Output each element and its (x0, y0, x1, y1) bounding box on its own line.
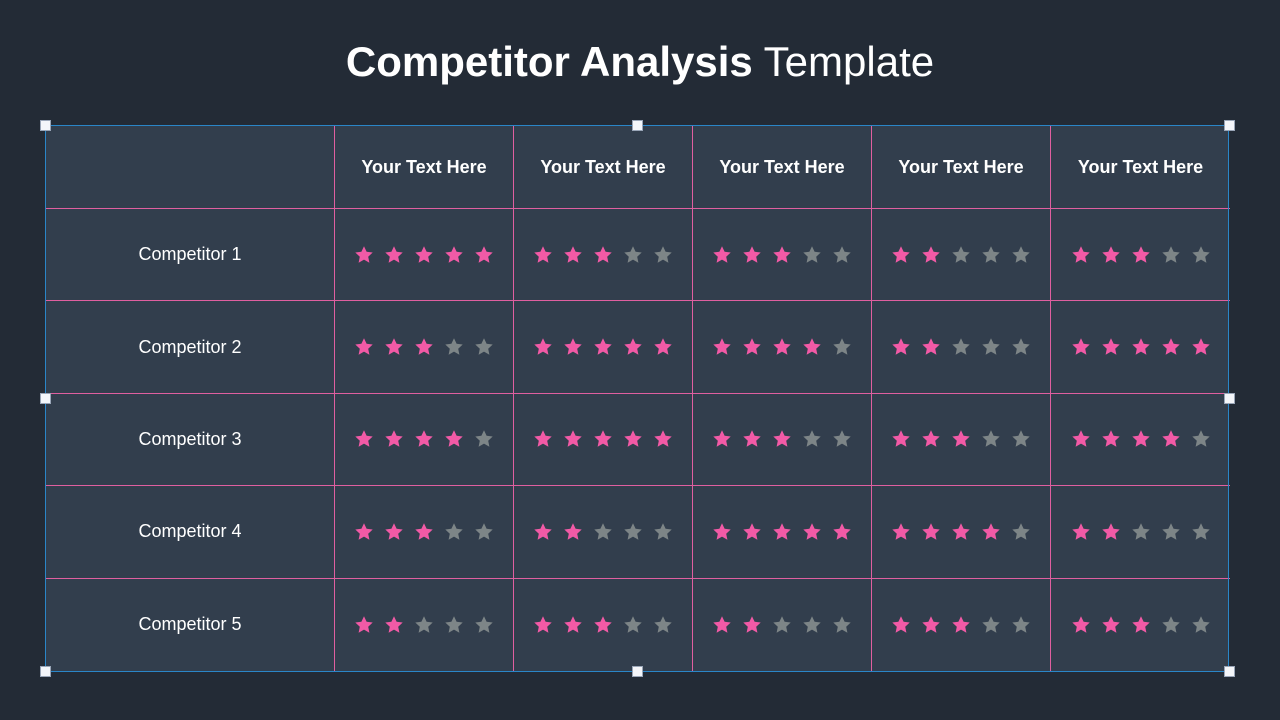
resize-handle-bottom-right[interactable] (1224, 666, 1235, 677)
title-light: Template (763, 38, 935, 85)
resize-handle-top[interactable] (632, 120, 643, 131)
selection-frame (45, 125, 1229, 672)
resize-handle-top-right[interactable] (1224, 120, 1235, 131)
slide-title: Competitor Analysis Template (0, 38, 1280, 86)
resize-handle-right[interactable] (1224, 393, 1235, 404)
resize-handle-bottom-left[interactable] (40, 666, 51, 677)
resize-handle-top-left[interactable] (40, 120, 51, 131)
resize-handle-left[interactable] (40, 393, 51, 404)
title-bold: Competitor Analysis (345, 38, 753, 85)
resize-handle-bottom[interactable] (632, 666, 643, 677)
